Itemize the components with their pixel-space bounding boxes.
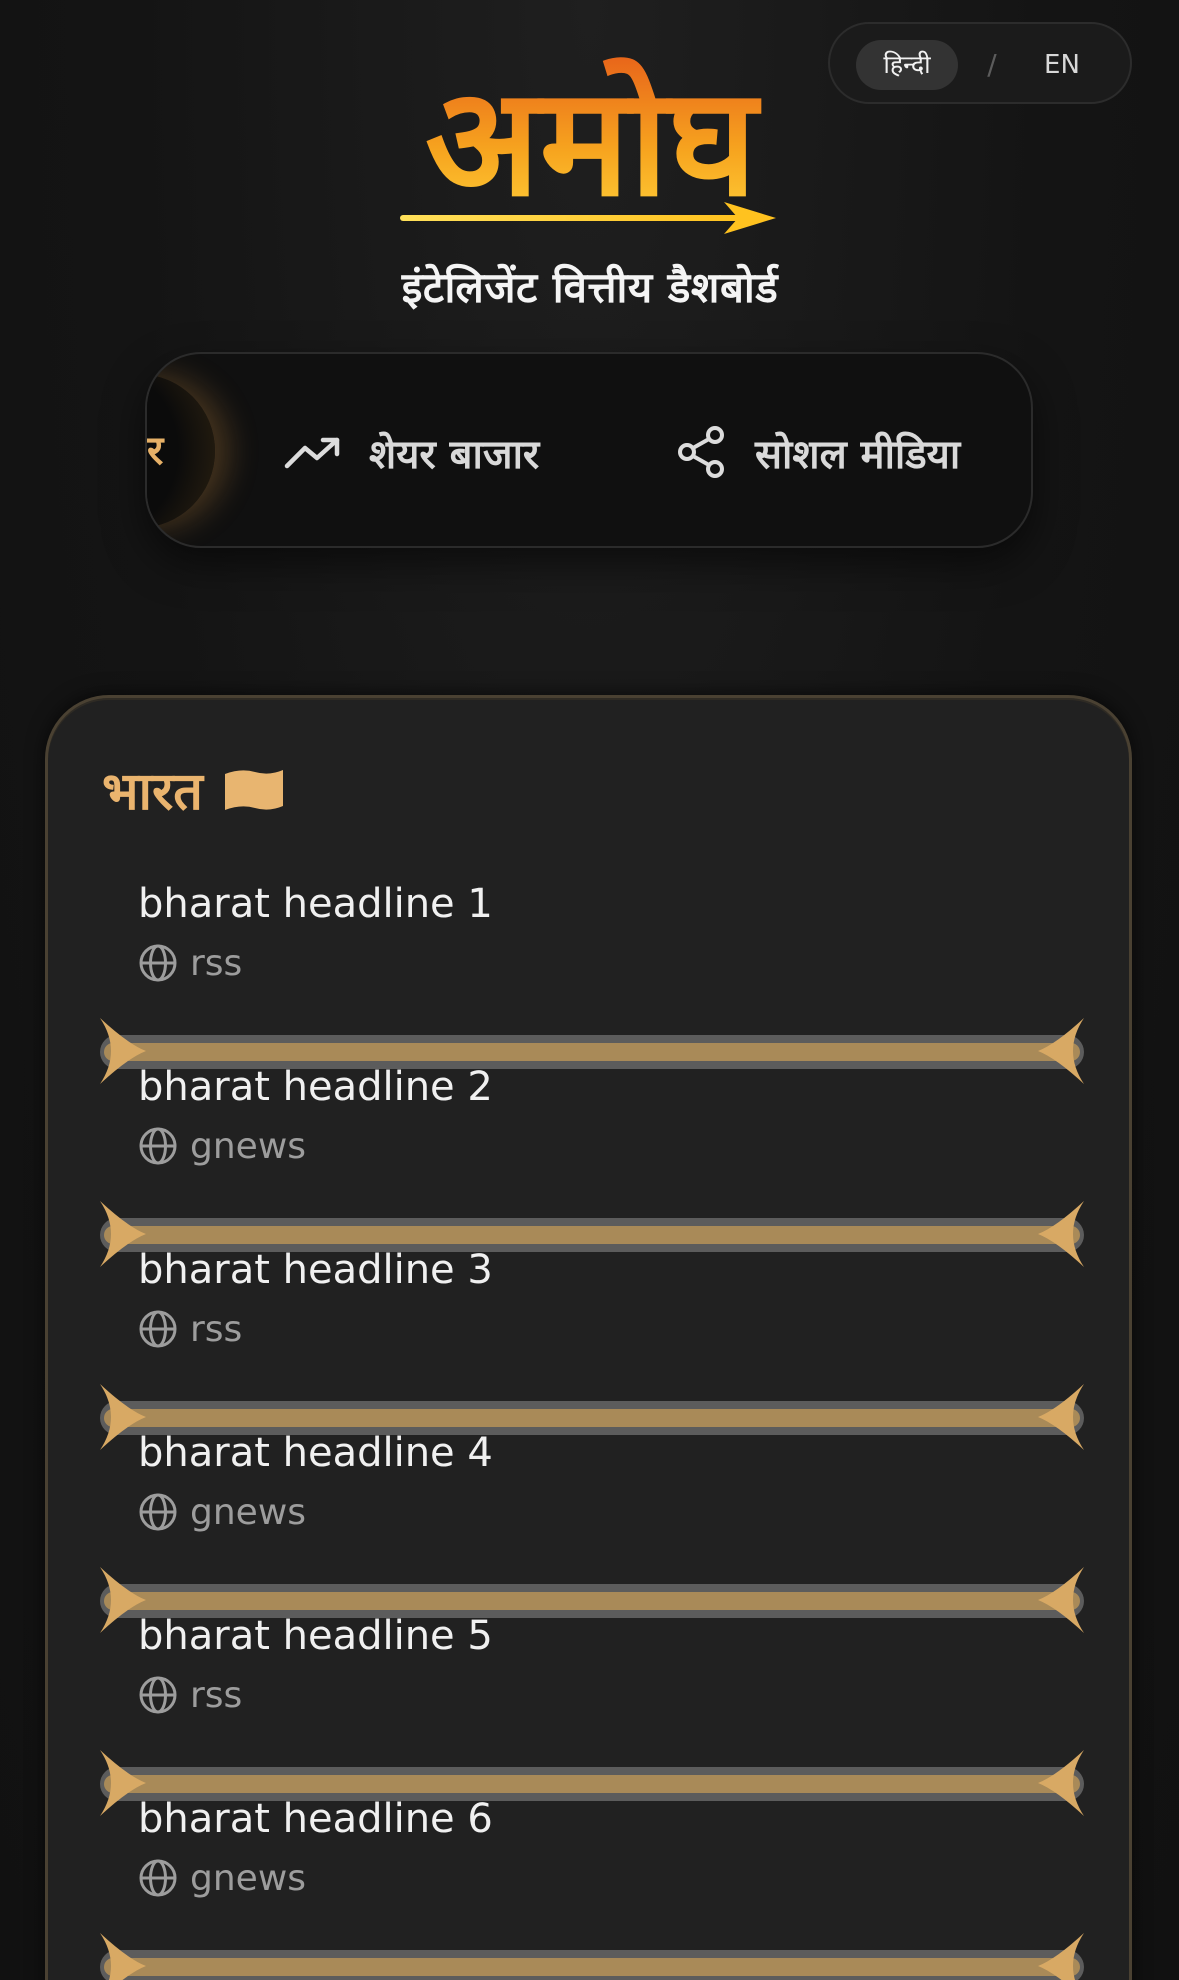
news-source-label: rss bbox=[190, 942, 243, 984]
language-option-english[interactable]: EN bbox=[1026, 40, 1098, 90]
list-item[interactable]: bharat headline 4 gnews bbox=[138, 1425, 1038, 1537]
language-option-hindi[interactable]: हिन्दी bbox=[856, 40, 958, 90]
news-headline[interactable]: bharat headline 2 bbox=[138, 1059, 1038, 1115]
news-headline[interactable]: bharat headline 3 bbox=[138, 1242, 1038, 1298]
news-source: gnews bbox=[138, 1853, 1038, 1903]
news-source: rss bbox=[138, 1304, 1038, 1354]
divider-ornament bbox=[100, 1933, 1084, 1980]
nav-item-active-partial[interactable]: र bbox=[147, 426, 163, 476]
section-title: भारत bbox=[102, 754, 285, 825]
news-source-label: rss bbox=[190, 1674, 243, 1716]
list-item[interactable]: bharat headline 6 gnews bbox=[138, 1791, 1038, 1903]
globe-icon bbox=[139, 1859, 177, 1897]
news-source-label: rss bbox=[190, 1308, 243, 1350]
list-item[interactable]: bharat headline 1 rss bbox=[138, 876, 1038, 988]
nav-item-label: सोशल मीडिया bbox=[755, 431, 961, 478]
flag-icon bbox=[224, 769, 283, 810]
logo-text: अमोघ bbox=[425, 56, 762, 230]
nav-item-social-media[interactable]: सोशल मीडिया bbox=[675, 424, 960, 480]
nav-item-share-market[interactable]: शेयर बाजार bbox=[283, 424, 539, 480]
globe-icon bbox=[139, 944, 177, 982]
app-subtitle: इंटेलिजेंट वित्तीय डैशबोर्ड bbox=[401, 263, 779, 312]
brand-logo: अमोघ bbox=[386, 22, 796, 242]
news-headline[interactable]: bharat headline 4 bbox=[138, 1425, 1038, 1481]
news-source: rss bbox=[138, 1670, 1038, 1720]
trending-up-icon bbox=[284, 437, 340, 469]
globe-icon bbox=[139, 1310, 177, 1348]
globe-icon bbox=[139, 1127, 177, 1165]
language-switch: हिन्दी / EN bbox=[828, 22, 1132, 104]
section-title-text: भारत bbox=[102, 762, 203, 822]
news-headline[interactable]: bharat headline 6 bbox=[138, 1791, 1038, 1847]
news-section-card: भारत bharat headline 1 rss bharat headli… bbox=[45, 695, 1132, 1980]
news-source-label: gnews bbox=[190, 1491, 307, 1533]
news-source: gnews bbox=[138, 1487, 1038, 1537]
globe-icon bbox=[139, 1676, 177, 1714]
news-headline[interactable]: bharat headline 1 bbox=[138, 876, 1038, 932]
nav-item-label: शेयर बाजार bbox=[369, 431, 540, 478]
list-item[interactable]: bharat headline 5 rss bbox=[138, 1608, 1038, 1720]
news-headline[interactable]: bharat headline 5 bbox=[138, 1608, 1038, 1664]
list-item[interactable]: bharat headline 2 gnews bbox=[138, 1059, 1038, 1171]
share-icon bbox=[678, 426, 724, 478]
news-source: gnews bbox=[138, 1121, 1038, 1171]
globe-icon bbox=[139, 1493, 177, 1531]
category-nav[interactable]: र शेयर बाजार सोशल मीडिया bbox=[145, 352, 1033, 548]
news-source-label: gnews bbox=[190, 1125, 307, 1167]
list-item[interactable]: bharat headline 3 rss bbox=[138, 1242, 1038, 1354]
news-source: rss bbox=[138, 938, 1038, 988]
language-separator: / bbox=[987, 48, 997, 81]
news-source-label: gnews bbox=[190, 1857, 307, 1899]
